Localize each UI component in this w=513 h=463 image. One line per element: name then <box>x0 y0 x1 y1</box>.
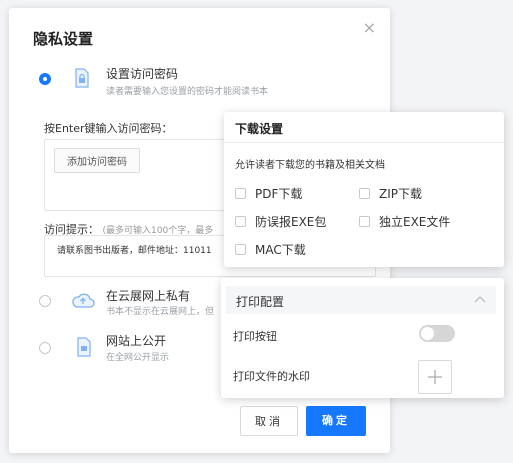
checkbox-zip-download[interactable] <box>359 188 370 199</box>
radio-set-password[interactable] <box>39 73 51 85</box>
plus-icon <box>428 370 442 384</box>
print-config-header[interactable]: 打印配置 <box>226 286 496 314</box>
option-desc-set-password: 读者需要输入您设置的密码才能阅读书本 <box>106 87 269 97</box>
option-title-cloud-private: 在云展网上私有 <box>106 289 191 303</box>
download-desc: 允许读者下载您的书籍及相关文档 <box>235 160 385 171</box>
cloud-icon <box>72 293 95 308</box>
hint-text: 请联系图书出版者，邮件地址：11011 <box>57 246 212 256</box>
checkbox-pdf-download[interactable] <box>235 188 246 199</box>
password-label: 按Enter键输入访问密码： <box>44 122 173 135</box>
divider <box>224 142 504 143</box>
print-button-toggle[interactable] <box>419 325 455 342</box>
cancel-button[interactable]: 取消 <box>240 406 298 436</box>
dialog-title: 隐私设置 <box>33 30 94 48</box>
public-page-icon <box>77 337 91 357</box>
print-button-label: 打印按钮 <box>233 330 277 343</box>
label-pdf-download: PDF下载 <box>255 187 303 201</box>
option-title-public: 网站上公开 <box>106 334 167 348</box>
print-config-panel: 打印配置 打印按钮 打印文件的水印 <box>221 278 504 398</box>
add-watermark-button[interactable] <box>418 360 452 394</box>
checkbox-mac-download[interactable] <box>235 244 246 255</box>
label-mac-download: MAC下载 <box>255 243 306 257</box>
download-title: 下载设置 <box>235 122 284 136</box>
checkbox-safe-exe[interactable] <box>235 216 246 227</box>
label-safe-exe: 防误报EXE包 <box>255 215 327 229</box>
chevron-up-icon[interactable] <box>474 295 486 303</box>
checkbox-standalone-exe[interactable] <box>359 216 370 227</box>
label-zip-download: ZIP下载 <box>379 187 422 201</box>
radio-cloud-private[interactable] <box>39 295 51 307</box>
radio-public[interactable] <box>39 342 51 354</box>
label-standalone-exe: 独立EXE文件 <box>379 215 451 229</box>
option-desc-public: 在全网公开显示 <box>106 353 170 363</box>
watermark-label: 打印文件的水印 <box>233 370 310 383</box>
option-desc-cloud-private: 书本不显示在云展网上，但 <box>106 307 215 317</box>
confirm-button[interactable]: 确定 <box>306 406 366 436</box>
print-config-title: 打印配置 <box>236 295 285 309</box>
option-title-set-password: 设置访问密码 <box>106 67 179 81</box>
close-icon[interactable]: × <box>363 20 376 36</box>
toggle-knob <box>421 327 434 340</box>
download-settings-panel: 下载设置 允许读者下载您的书籍及相关文档 PDF下载 ZIP下载 防误报EXE包… <box>224 112 504 267</box>
add-password-button[interactable]: 添加访问密码 <box>54 148 140 173</box>
lock-page-icon <box>75 68 89 88</box>
